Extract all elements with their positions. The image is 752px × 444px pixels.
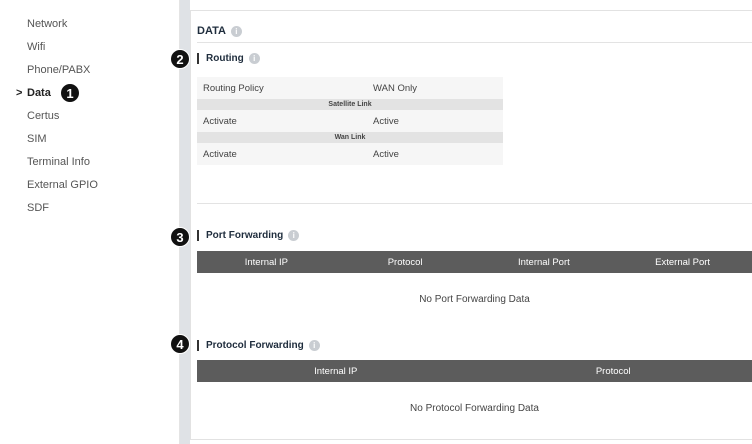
routing-heading-text: Routing	[206, 53, 244, 64]
info-icon[interactable]: i	[288, 230, 300, 241]
sidebar-item-label: External GPIO	[27, 179, 98, 191]
port-forwarding-table-header: Internal IP Protocol Internal Port Exter…	[197, 251, 752, 273]
satellite-activate-value: Active	[373, 115, 399, 127]
sidebar-item-label: Terminal Info	[27, 156, 90, 168]
sidebar-item-wifi[interactable]: Wifi	[0, 37, 179, 60]
column-header-external-port[interactable]: External Port	[613, 257, 752, 268]
sidebar-item-terminal-info[interactable]: Terminal Info	[0, 152, 179, 175]
satellite-activate-label: Activate	[203, 115, 237, 127]
column-header-protocol[interactable]: Protocol	[336, 257, 475, 268]
routing-policy-label: Routing Policy	[203, 82, 264, 94]
section-bar	[197, 340, 199, 351]
protocol-forwarding-heading: Protocol Forwarding i	[197, 340, 320, 351]
routing-policy-row: Routing Policy WAN Only	[197, 77, 503, 99]
sidebar-item-label: SDF	[27, 202, 49, 214]
chevron-right-icon: >	[16, 87, 23, 99]
sidebar-item-label: Network	[27, 18, 68, 30]
section-bar	[197, 53, 199, 64]
routing-policy-value: WAN Only	[373, 82, 417, 94]
column-header-internal-ip[interactable]: Internal IP	[197, 366, 475, 377]
sidebar-item-label: Data	[27, 87, 51, 99]
sidebar-item-label: Wifi	[27, 41, 46, 53]
page-title: DATA i	[197, 25, 242, 37]
protocol-forwarding-empty-message: No Protocol Forwarding Data	[410, 403, 539, 414]
port-forwarding-heading: Port Forwarding i	[197, 230, 300, 241]
sidebar-item-data[interactable]: > Data	[0, 83, 179, 106]
callout-badge-2: 2	[170, 49, 190, 69]
column-header-internal-ip[interactable]: Internal IP	[197, 257, 336, 268]
callout-badge-3: 3	[170, 227, 190, 247]
divider	[197, 203, 752, 204]
sidebar-item-label: Phone/PABX	[27, 64, 91, 76]
info-icon[interactable]: i	[308, 340, 320, 351]
satellite-activate-row: Activate Active	[197, 110, 503, 132]
sidebar-item-sim[interactable]: SIM	[0, 129, 179, 152]
divider	[197, 42, 752, 43]
main-panel: DATA i Routing i Routing Policy WAN Only…	[190, 10, 752, 440]
port-forwarding-empty-message: No Port Forwarding Data	[419, 294, 530, 305]
info-icon[interactable]: i	[248, 53, 260, 64]
section-bar	[197, 230, 199, 241]
column-header-internal-port[interactable]: Internal Port	[475, 257, 614, 268]
sidebar-item-phone-pabx[interactable]: Phone/PABX	[0, 60, 179, 83]
page-title-text: DATA	[197, 25, 226, 37]
sidebar-item-label: SIM	[27, 133, 47, 145]
callout-badge-4: 4	[170, 334, 190, 354]
satellite-link-header: Satellite Link	[197, 99, 503, 110]
routing-table: Routing Policy WAN Only Satellite Link A…	[197, 77, 503, 165]
column-header-protocol[interactable]: Protocol	[475, 366, 752, 377]
sidebar-item-certus[interactable]: Certus	[0, 106, 179, 129]
port-forwarding-heading-text: Port Forwarding	[206, 230, 284, 241]
callout-badge-1: 1	[60, 83, 80, 103]
protocol-forwarding-heading-text: Protocol Forwarding	[206, 340, 304, 351]
sidebar-item-sdf[interactable]: SDF	[0, 198, 179, 221]
wan-activate-label: Activate	[203, 148, 237, 160]
sidebar-item-external-gpio[interactable]: External GPIO	[0, 175, 179, 198]
wan-activate-row: Activate Active	[197, 143, 503, 165]
info-icon[interactable]: i	[230, 25, 242, 37]
sidebar-item-network[interactable]: Network	[0, 14, 179, 37]
wan-link-header: Wan Link	[197, 132, 503, 143]
wan-activate-value: Active	[373, 148, 399, 160]
sidebar: Network Wifi Phone/PABX > Data Certus SIM…	[0, 0, 180, 444]
routing-heading: Routing i	[197, 53, 260, 64]
sidebar-item-label: Certus	[27, 110, 60, 122]
protocol-forwarding-table-header: Internal IP Protocol	[197, 360, 752, 382]
